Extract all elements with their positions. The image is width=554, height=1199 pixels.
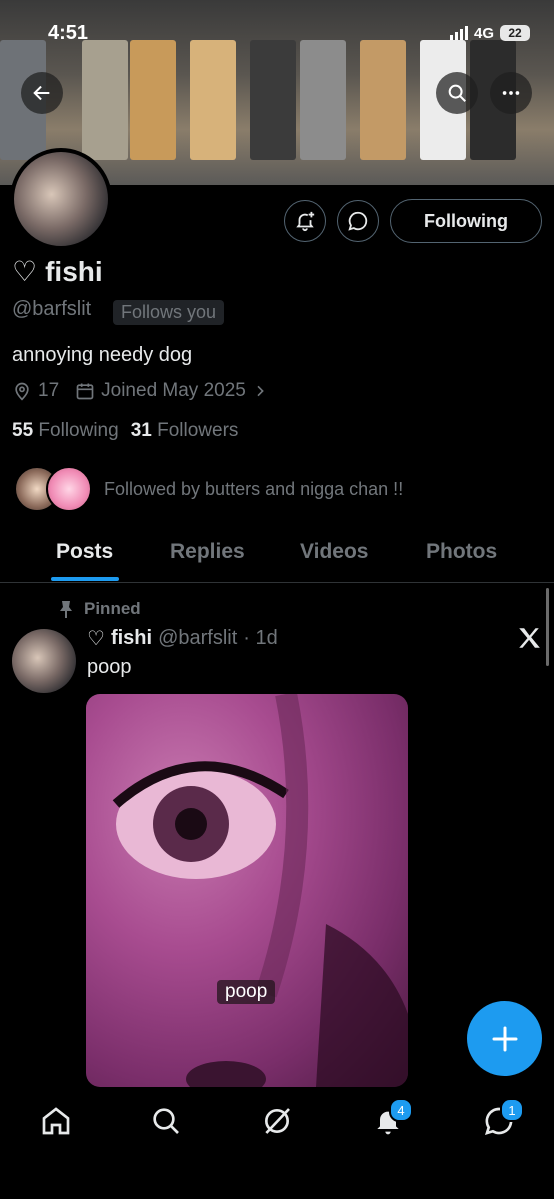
notifications-badge: 4 xyxy=(389,1098,413,1122)
home-icon xyxy=(42,1107,70,1135)
post-header: ♡ fishi @barfslit · 1d xyxy=(87,626,278,651)
status-bar: 4:51 4G 22 xyxy=(0,0,554,62)
profile-name: ♡ fishi xyxy=(12,255,103,288)
nav-notifications[interactable]: 4 xyxy=(372,1098,413,1137)
network-label: 4G xyxy=(473,24,494,42)
follows-you-badge: Follows you xyxy=(113,300,225,325)
location-text: 17 xyxy=(38,380,60,401)
message-icon xyxy=(348,211,368,231)
more-icon xyxy=(502,91,520,95)
pinned-text: Pinned xyxy=(84,599,141,618)
grok-icon xyxy=(265,1108,290,1134)
profile-handle: @barfslit xyxy=(12,298,92,320)
pin-icon xyxy=(60,601,72,618)
followers-count: 31 xyxy=(130,420,152,441)
chevron-right-icon[interactable] xyxy=(252,383,268,399)
profile-meta: 17 Joined May 2025 xyxy=(12,380,268,402)
search-icon xyxy=(448,84,466,102)
status-indicators: 4G 22 xyxy=(449,22,530,44)
battery-level: 22 xyxy=(508,26,522,40)
tab-photos[interactable]: Photos xyxy=(426,540,497,564)
post-author-handle: @barfslit xyxy=(158,627,238,649)
message-button[interactable] xyxy=(337,200,379,242)
profile-tabs: Posts Replies Videos Photos xyxy=(0,530,554,583)
tab-videos[interactable]: Videos xyxy=(300,540,368,564)
following-button[interactable]: Following xyxy=(390,199,542,243)
nav-search[interactable] xyxy=(150,1105,182,1137)
post-author-name[interactable]: fishi xyxy=(111,627,152,650)
scrollbar[interactable] xyxy=(546,588,549,666)
followed-by-text: Followed by butters and nigga chan !! xyxy=(104,478,404,499)
eye-photo xyxy=(112,694,408,1087)
tab-replies[interactable]: Replies xyxy=(170,540,245,564)
compose-button[interactable] xyxy=(467,1001,542,1076)
back-button[interactable] xyxy=(21,72,63,114)
nav-messages[interactable]: 1 xyxy=(483,1098,524,1137)
image-caption: poop xyxy=(217,980,276,1004)
bottom-nav: 4 1 xyxy=(0,1087,554,1199)
bell-plus-icon xyxy=(296,211,315,232)
display-name: fishi xyxy=(45,255,103,287)
following-count: 55 xyxy=(12,420,34,441)
search-button[interactable] xyxy=(436,72,478,114)
signal-icon xyxy=(449,26,468,40)
follow-counts: 55 Following 31 Followers xyxy=(12,420,238,442)
followers-label: Followers xyxy=(157,420,239,441)
followed-by[interactable]: Followed by butters and nigga chan !! xyxy=(14,466,403,512)
search-icon xyxy=(153,1108,179,1134)
avatar xyxy=(46,466,92,512)
pinned-label: Pinned xyxy=(58,599,141,619)
heart-icon: ♡ xyxy=(12,256,38,287)
battery-icon: 22 xyxy=(500,25,530,41)
location-icon xyxy=(15,382,29,401)
more-button[interactable] xyxy=(490,72,532,114)
profile-avatar[interactable] xyxy=(10,148,112,250)
post-avatar[interactable] xyxy=(12,629,76,693)
active-tab-indicator xyxy=(51,577,119,581)
plus-icon xyxy=(492,1026,517,1051)
nav-grok[interactable] xyxy=(261,1105,293,1137)
post-time: · 1d xyxy=(243,627,278,649)
following-link[interactable]: 55 Following xyxy=(12,420,119,442)
heart-icon: ♡ xyxy=(87,628,105,650)
notify-button[interactable] xyxy=(284,200,326,242)
arrow-left-icon xyxy=(33,85,50,101)
status-time: 4:51 xyxy=(48,22,89,44)
profile-bio: annoying needy dog xyxy=(12,344,193,366)
following-label: Following xyxy=(38,420,119,441)
followers-link[interactable]: 31 Followers xyxy=(131,420,239,442)
nav-home[interactable] xyxy=(40,1105,72,1137)
tab-posts[interactable]: Posts xyxy=(56,540,113,564)
messages-badge: 1 xyxy=(500,1098,524,1122)
post-image[interactable]: poop xyxy=(86,694,408,1087)
post-text: poop xyxy=(87,656,132,678)
calendar-icon xyxy=(76,383,94,400)
x-logo-icon[interactable] xyxy=(516,625,542,651)
joined-date: Joined May 2025 xyxy=(101,380,246,401)
